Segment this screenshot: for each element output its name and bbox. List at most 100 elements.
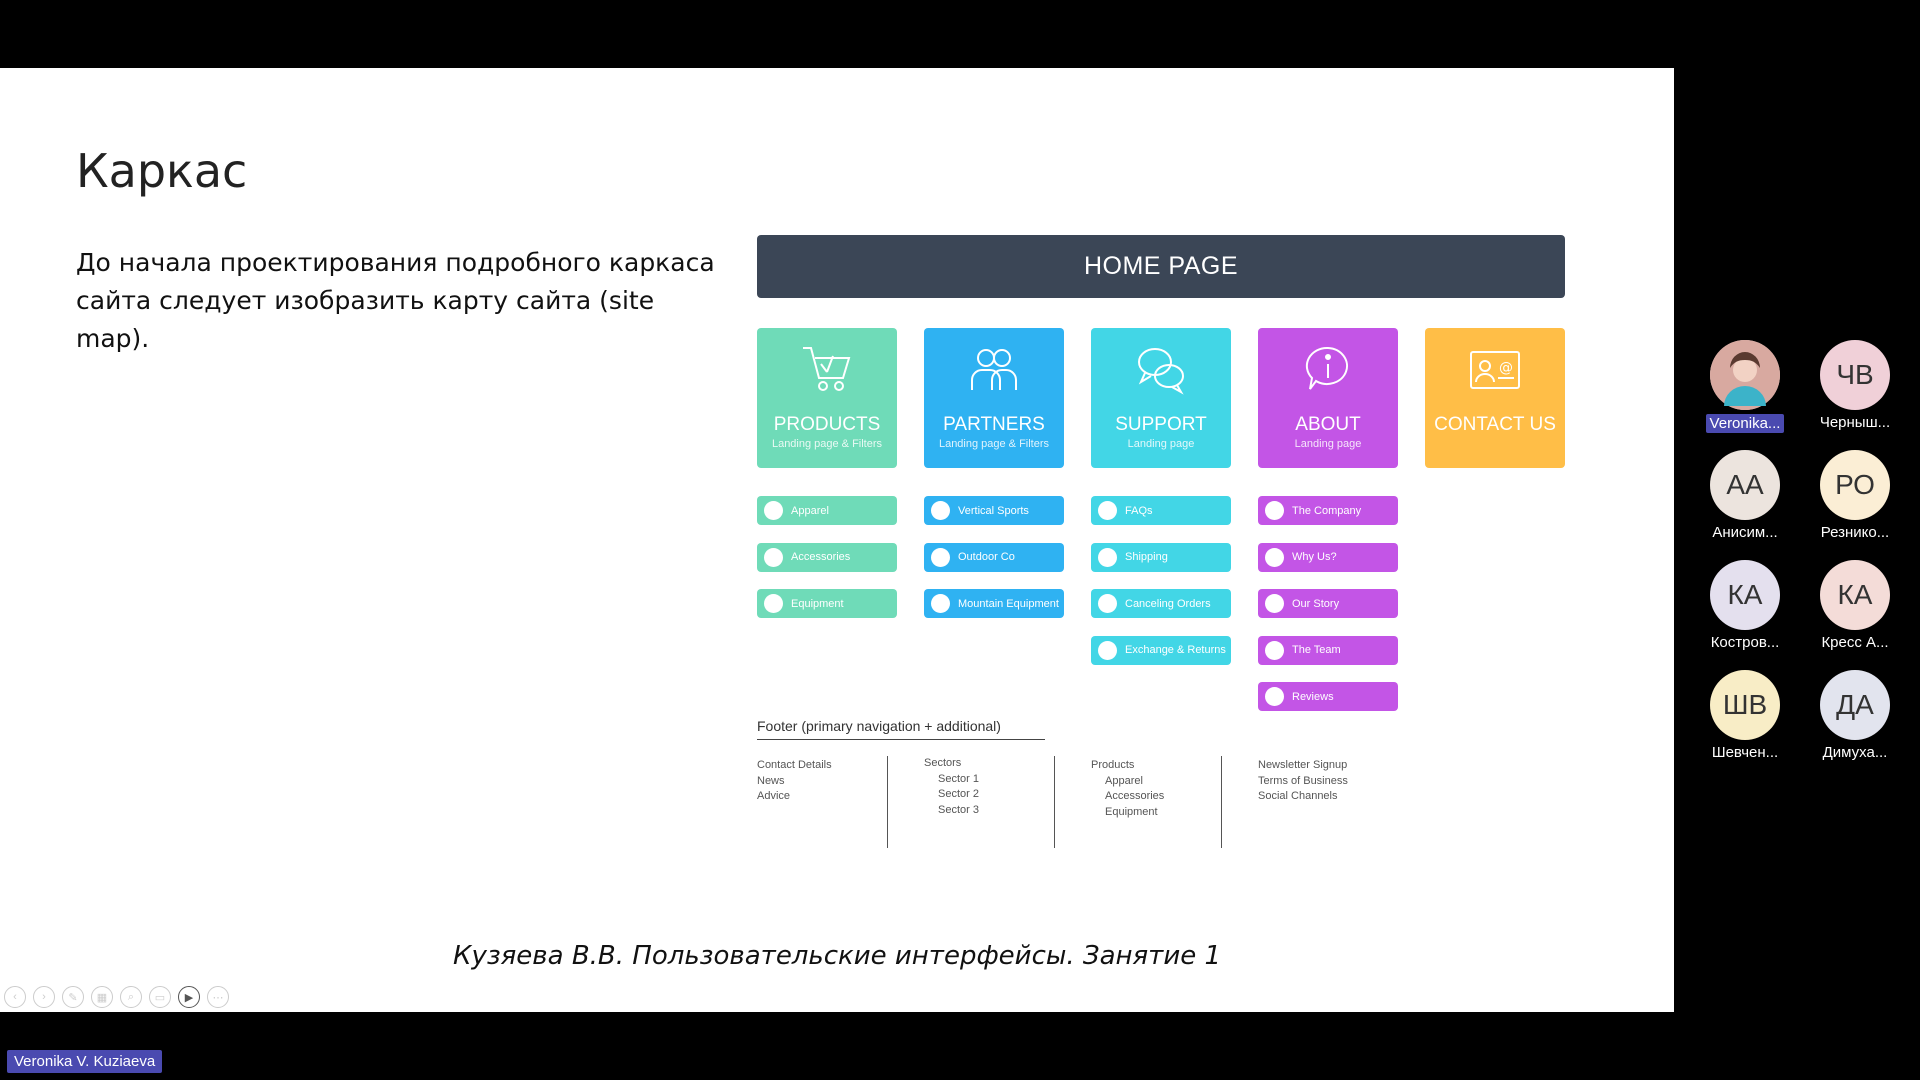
subpage-item: Accessories [757,542,897,572]
subpage-item: Mountain Equipment [924,589,1064,618]
section-card-products: PRODUCTS Landing page & Filters [757,328,897,468]
subtitles-icon[interactable]: ▭ [149,986,171,1008]
subpage-label: Apparel [791,504,829,517]
slides-grid-icon[interactable]: ▦ [91,986,113,1008]
section-subtitle: Landing page & Filters [771,438,883,450]
section-card-about: ABOUT Landing page [1258,328,1398,468]
subpage-item: The Company [1258,496,1398,525]
bullet-icon [1265,640,1284,660]
avatar: АА [1710,450,1780,520]
presentation-slide: Каркас До начала проектирования подробно… [0,68,1674,1012]
participant-tile[interactable]: ДА Димуха... [1800,670,1910,770]
footer-item: Equipment [1105,805,1158,818]
participant-tile[interactable]: РО Резнико... [1800,450,1910,550]
section-subtitle: Landing page [1127,438,1195,450]
avatar: КА [1820,560,1890,630]
bullet-icon [931,547,950,567]
svg-text:@: @ [1499,360,1513,376]
bullet-icon [1098,501,1117,520]
subpage-item: Reviews [1258,682,1398,711]
participant-name: Димуха... [1822,744,1888,761]
participant-tile[interactable]: Veronika... [1690,340,1800,440]
people-icon [924,342,1064,398]
footer-heading: Footer (primary navigation + additional) [757,718,1001,734]
footer-item: Social Channels [1258,790,1338,802]
slide-body-text: До начала проектирования подробного карк… [76,248,715,353]
footer-item: News [757,774,785,787]
footer-separator [1054,756,1055,848]
section-title: ABOUT [1295,414,1361,435]
avatar: ЧВ [1820,340,1890,410]
footer-separator [1221,756,1222,848]
chat-icon [1091,342,1231,398]
subpage-label: Mountain Equipment [958,597,1059,610]
bullet-icon [764,501,783,520]
previous-slide-icon[interactable]: ‹ [4,986,26,1008]
footer-column-1: Contact Details News Advice [757,758,832,805]
participant-tile[interactable]: ЧВ Черныш... [1800,340,1910,440]
section-subtitle: Landing page [1294,438,1362,450]
subpage-item: FAQs [1091,496,1231,525]
section-title: PRODUCTS [773,414,881,435]
footer-item: Accessories [1105,790,1165,802]
subpage-label: Vertical Sports [958,504,1029,517]
home-page-node: HOME PAGE [757,235,1565,298]
participant-tile[interactable]: КА Кресс А... [1800,560,1910,660]
info-icon [1258,342,1398,398]
section-card-partners: PARTNERS Landing page & Filters [924,328,1064,468]
slideshow-controls: ‹ › ✎ ▦ ⌕ ▭ ▶ ⋯ [4,986,229,1008]
subpage-label: Shipping [1125,551,1168,563]
participant-tile[interactable]: АА Анисим... [1690,450,1800,550]
bullet-icon [1265,501,1284,520]
avatar: КА [1710,560,1780,630]
subpage-item: The Team [1258,635,1398,665]
footer-column-4: Newsletter Signup Terms of Business Soci… [1258,758,1348,805]
bullet-icon [764,547,783,567]
participant-name: Костров... [1710,634,1780,651]
subpage-label: The Team [1292,644,1341,656]
subpage-label: Accessories [791,551,851,563]
subpage-label: Outdoor Co [958,551,1015,563]
subpage-item: Vertical Sports [924,496,1064,525]
bullet-icon [1265,547,1284,567]
bullet-icon [1265,594,1284,613]
subpage-item: Equipment [757,589,897,618]
subpage-item: Our Story [1258,589,1398,618]
camera-icon[interactable]: ▶ [178,986,200,1008]
participant-name: Резнико... [1820,524,1890,541]
footer-item: Products [1091,759,1135,771]
subpage-label: The Company [1292,504,1362,517]
subpage-item: Shipping [1091,542,1231,572]
section-title: PARTNERS [943,414,1045,435]
participant-name: Veronika... [1705,414,1785,433]
participant-name: Черныш... [1819,414,1891,431]
more-options-icon[interactable]: ⋯ [207,986,229,1008]
footer-item: Sector 3 [938,803,979,816]
bullet-icon [1265,687,1284,706]
next-slide-icon[interactable]: › [33,986,55,1008]
zoom-icon[interactable]: ⌕ [120,986,142,1008]
footer-separator [887,756,888,848]
participant-name: Анисим... [1712,524,1778,541]
footer-column-2: Sectors Sector 1 Sector 2 Sector 3 [924,756,979,818]
participant-name: Шевчен... [1711,744,1779,761]
bullet-icon [931,594,950,613]
avatar: ШВ [1710,670,1780,740]
subpage-label: Equipment [791,597,844,610]
footer-divider [757,739,1045,740]
footer-item: Sectors [924,757,962,769]
presenter-name-tag: Veronika V. Kuziaeva [7,1050,163,1073]
participant-tile[interactable]: КА Костров... [1690,560,1800,660]
bullet-icon [1098,594,1117,613]
subpage-label: FAQs [1125,504,1153,517]
participant-name: Кресс А... [1821,634,1889,651]
slide-footer-caption: Кузяева В.В. Пользовательские интерфейсы… [452,941,1222,971]
slide-title: Каркас [76,144,248,198]
footer-item: Terms of Business [1258,774,1348,787]
avatar: ДА [1820,670,1890,740]
participant-tile[interactable]: ШВ Шевчен... [1690,670,1800,770]
pen-icon[interactable]: ✎ [62,986,84,1008]
bullet-icon [764,594,783,613]
footer-column-3: Products Apparel Accessories Equipment [1091,758,1164,820]
section-title: CONTACT US [1434,414,1556,435]
